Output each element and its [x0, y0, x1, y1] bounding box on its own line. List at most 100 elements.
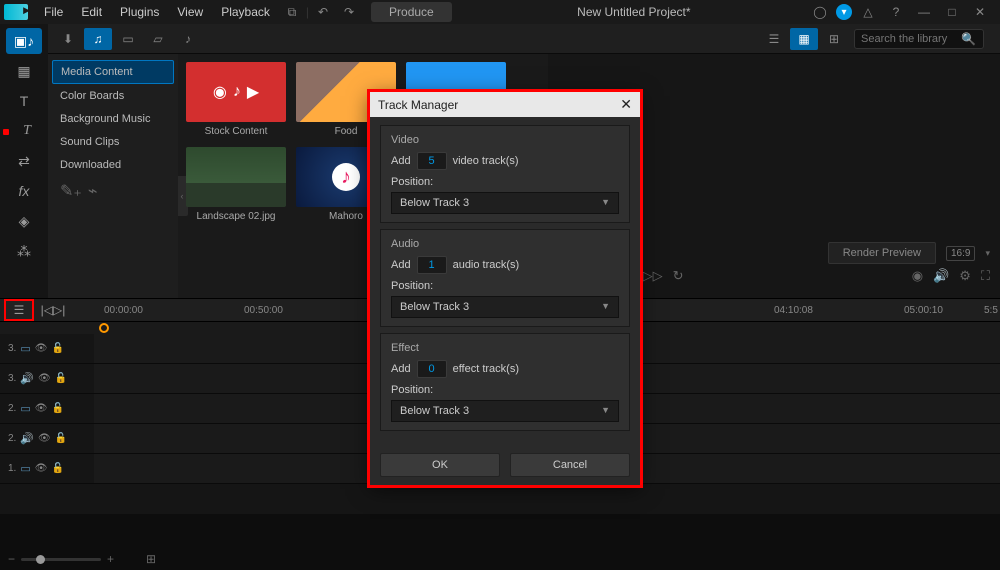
volume-icon[interactable]: 🔊	[933, 268, 949, 284]
visibility-icon[interactable]: 👁	[35, 463, 48, 474]
lock-icon[interactable]: 🔓	[51, 463, 63, 474]
menu-edit[interactable]: Edit	[73, 3, 110, 21]
account-icon[interactable]: ◯	[810, 2, 830, 22]
track-number: 2.	[8, 433, 16, 444]
visibility-icon[interactable]: 👁	[35, 343, 48, 354]
dialog-title: Track Manager	[378, 98, 458, 112]
cancel-button[interactable]: Cancel	[510, 453, 630, 477]
tag-icon[interactable]: ⌁	[88, 181, 98, 201]
nav-background-music[interactable]: Background Music	[52, 108, 174, 130]
ruler-tick: 00:00:00	[104, 305, 143, 316]
audio-tab[interactable]: ♪	[174, 28, 202, 50]
ruler-tick: 04:10:08	[774, 305, 813, 316]
fast-forward-button[interactable]: ▷▷	[643, 268, 663, 284]
title-room-button[interactable]: T	[6, 88, 42, 114]
video-track-count-input[interactable]	[417, 152, 447, 170]
aspect-ratio-box[interactable]: 16:9	[946, 246, 975, 261]
fx-room-button[interactable]: fx	[6, 178, 42, 204]
lock-icon[interactable]: 🔓	[55, 373, 67, 384]
import-icon[interactable]: ⬇	[54, 28, 82, 50]
effect-section: Effect Add effect track(s) Position: Bel…	[380, 333, 630, 431]
marker-icon[interactable]	[99, 323, 109, 333]
search-box[interactable]: 🔍	[854, 29, 984, 49]
lock-icon[interactable]: 🔓	[55, 433, 67, 444]
library-nav: Media Content Color Boards Background Mu…	[48, 54, 178, 298]
visibility-icon[interactable]: 👁	[38, 433, 51, 444]
add-suffix: audio track(s)	[453, 259, 520, 271]
lock-icon[interactable]: 🔓	[51, 343, 63, 354]
visibility-icon[interactable]: 👁	[38, 373, 51, 384]
audio-track-count-input[interactable]	[417, 256, 447, 274]
dialog-titlebar[interactable]: Track Manager ✕	[370, 92, 640, 117]
effect-position-dropdown[interactable]: Below Track 3	[391, 400, 619, 422]
overlay-room-button[interactable]: ◈	[6, 208, 42, 234]
grid-view-icon[interactable]: ▦	[790, 28, 818, 50]
library-toolbar: ⬇ ♫ ▭ ▱ ♪ ☰ ▦ ⊞ 🔍	[48, 24, 1000, 54]
video-section: Video Add video track(s) Position: Below…	[380, 125, 630, 223]
thumb-caption: Stock Content	[186, 126, 286, 137]
cloud-icon[interactable]: △	[858, 2, 878, 22]
lock-icon[interactable]: 🔓	[51, 403, 63, 414]
thumb-caption: Landscape 02.jpg	[186, 211, 286, 222]
render-preview-button[interactable]: Render Preview	[828, 242, 936, 264]
zoom-out-icon[interactable]: −	[8, 552, 15, 566]
nav-color-boards[interactable]: Color Boards	[52, 85, 174, 107]
menu-plugins[interactable]: Plugins	[112, 3, 167, 21]
track-manager-dialog: Track Manager ✕ Video Add video track(s)…	[370, 92, 640, 485]
aspect-dropdown-icon[interactable]: ▾	[985, 248, 990, 259]
thumb-landscape[interactable]: Landscape 02.jpg	[186, 147, 286, 222]
snapshot-icon[interactable]: ◉	[912, 268, 923, 284]
capture-icon[interactable]: ⧉	[282, 2, 302, 22]
close-icon[interactable]: ✕	[970, 2, 990, 22]
ok-button[interactable]: OK	[380, 453, 500, 477]
detail-view-icon[interactable]: ⊞	[820, 28, 848, 50]
room-sidebar: ▣♪ ▦ T T ⇄ fx ◈ ⁂	[0, 24, 48, 298]
add-folder-icon[interactable]: ✎₊	[60, 181, 82, 201]
loop-button[interactable]: ↻	[673, 268, 684, 284]
visibility-icon[interactable]: 👁	[35, 403, 48, 414]
nav-media-content[interactable]: Media Content	[52, 60, 174, 84]
menubar: File Edit Plugins View Playback ⧉ | ↶ ↷ …	[0, 0, 1000, 24]
particle-room-button[interactable]: ⁂	[6, 238, 42, 264]
menu-file[interactable]: File	[36, 3, 71, 21]
redo-icon[interactable]: ↷	[339, 2, 359, 22]
produce-button[interactable]: Produce	[371, 2, 452, 22]
timeline-options-icon[interactable]: ⊞	[146, 552, 156, 566]
search-input[interactable]	[861, 33, 961, 45]
video-track-icon: ▭	[20, 402, 30, 415]
movie-view-button[interactable]: |◁▷|	[40, 301, 66, 319]
position-label: Position:	[391, 280, 619, 292]
track-manager-button[interactable]: ☰	[6, 301, 32, 319]
text-room-button[interactable]: T	[9, 118, 45, 144]
undo-icon[interactable]: ↶	[313, 2, 333, 22]
fullscreen-icon[interactable]: ⛶	[981, 268, 990, 284]
list-view-icon[interactable]: ☰	[760, 28, 788, 50]
search-icon[interactable]: 🔍	[961, 32, 976, 46]
minimize-icon[interactable]: —	[914, 2, 934, 22]
settings-icon[interactable]: ⚙	[959, 268, 971, 284]
image-tab[interactable]: ▱	[144, 28, 172, 50]
maximize-icon[interactable]: □	[942, 2, 962, 22]
nav-sound-clips[interactable]: Sound Clips	[52, 131, 174, 153]
menu-view[interactable]: View	[169, 3, 211, 21]
media-room-button[interactable]: ▣♪	[6, 28, 42, 54]
media-tab[interactable]: ♫	[84, 28, 112, 50]
audio-position-dropdown[interactable]: Below Track 3	[391, 296, 619, 318]
zoom-slider[interactable]	[21, 558, 101, 561]
project-title: New Untitled Project*	[462, 5, 806, 19]
menu-playback[interactable]: Playback	[213, 3, 278, 21]
notification-icon[interactable]: ▾	[836, 4, 852, 20]
boards-room-button[interactable]: ▦	[6, 58, 42, 84]
video-position-dropdown[interactable]: Below Track 3	[391, 192, 619, 214]
help-icon[interactable]: ?	[886, 2, 906, 22]
add-suffix: video track(s)	[453, 155, 519, 167]
effect-track-count-input[interactable]	[417, 360, 447, 378]
video-tab[interactable]: ▭	[114, 28, 142, 50]
track-number: 3.	[8, 373, 16, 384]
audio-track-icon: 🔊	[20, 432, 34, 445]
thumb-stock-content[interactable]: ◉♪▶ Stock Content	[186, 62, 286, 137]
dialog-close-icon[interactable]: ✕	[620, 96, 632, 113]
transition-room-button[interactable]: ⇄	[6, 148, 42, 174]
nav-downloaded[interactable]: Downloaded	[52, 154, 174, 176]
zoom-in-icon[interactable]: +	[107, 552, 114, 566]
